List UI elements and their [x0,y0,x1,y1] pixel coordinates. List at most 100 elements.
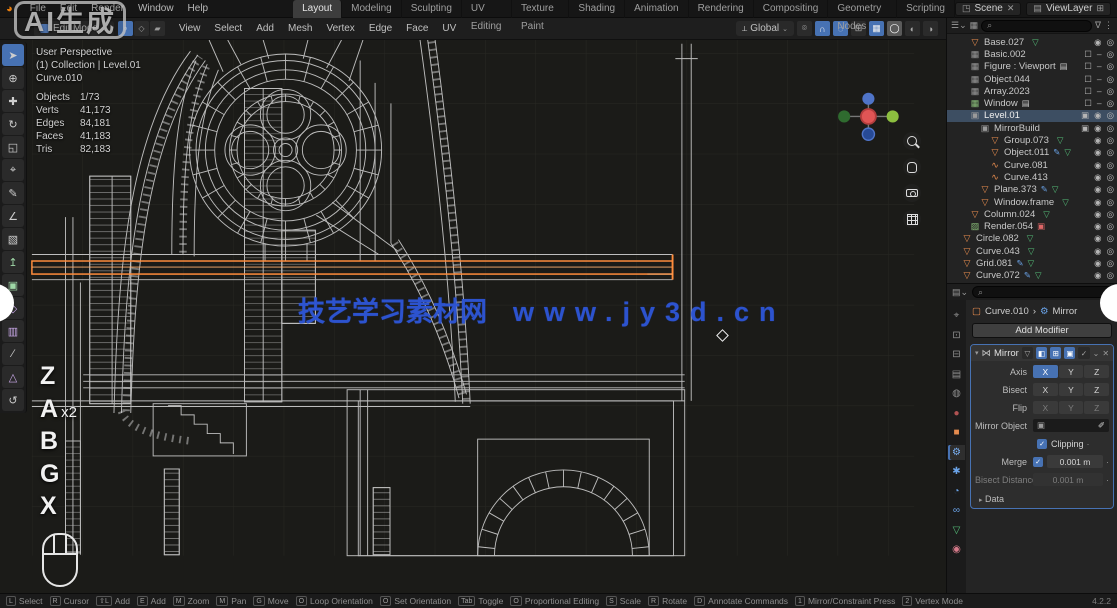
breadcrumb-modifier[interactable]: Mirror [1053,306,1078,317]
checkbox-toggle[interactable]: ▣ [1081,123,1089,134]
workspace-tab[interactable]: Scripting [897,0,955,18]
snap-magnet-icon[interactable]: ∩ [815,21,830,36]
hide-viewport-toggle[interactable]: ◉ [1094,135,1101,146]
axis-x-button[interactable]: X [1033,401,1058,414]
outliner-row[interactable]: ▽ Group.073 ▽ ◉ ◎ [947,134,1117,146]
workspace-tab[interactable]: Geometry Nodes [828,0,897,18]
transform-tool[interactable]: ⌖ [2,159,24,181]
viewport-menu-item[interactable]: Face [399,20,435,38]
disable-render-toggle[interactable]: ◎ [1107,110,1114,121]
move-tool[interactable]: ✚ [2,90,24,112]
tab-scene[interactable]: ◍ [948,386,965,401]
solid-shading-icon[interactable]: ◐ [905,21,920,36]
viewport-menu-item[interactable]: Edge [362,20,399,38]
outliner-row[interactable]: ▽ Grid.081 ✎ ▽ ◉ ◎ [947,257,1117,269]
expand-caret-icon[interactable]: ▾ [975,349,979,357]
cursor-tool[interactable]: ⊕ [2,67,24,89]
outliner-row[interactable]: ▽ Object.011 ✎ ▽ ◉ ◎ [947,147,1117,159]
spin-tool[interactable]: ↺ [2,389,24,411]
axis-y-button[interactable]: Y [1059,383,1084,396]
tab-world[interactable]: ● [948,406,965,421]
view-layer-selector[interactable]: ▤ ViewLayer ⊞ [1026,2,1111,16]
disable-render-toggle[interactable]: ◎ [1107,184,1114,195]
mirror-modifier-header[interactable]: ▾ ⋈ Mirror ▽ ◧ ⊞ ▣ ✓ ⌄ ✕ [971,345,1113,361]
disable-render-toggle[interactable]: ◎ [1107,135,1114,146]
tab-object-data[interactable]: ▽ [948,523,965,538]
checkbox-toggle[interactable]: ☐ [1084,61,1092,72]
outliner-row[interactable]: ▦ Object.044 ☐ – ◎ [947,73,1117,85]
outliner-row[interactable]: ▽ Column.024 ▽ ◉ ◎ [947,208,1117,220]
tab-constraints[interactable]: ∞ [948,503,965,518]
viewport-menu-item[interactable]: UV [435,20,463,38]
tab-render[interactable]: ⊡ [948,328,965,343]
hide-viewport-toggle[interactable]: ◉ [1094,233,1101,244]
disable-render-toggle[interactable]: ◎ [1107,233,1114,244]
outliner-row[interactable]: ▦ Array.2023 ☐ – ◎ [947,85,1117,97]
hide-viewport-toggle[interactable]: ◉ [1094,184,1101,195]
workspace-tab[interactable]: Sculpting [402,0,462,18]
modifier-name[interactable]: Mirror [994,348,1019,359]
scene-selector[interactable]: ◳ Scene ✕ [955,2,1021,16]
apply-check-icon[interactable]: ✓ [1078,347,1089,359]
outliner-row[interactable]: ▣ Level.01 ▣ ◉ ◎ [947,110,1117,122]
menu-item[interactable]: Window [131,0,181,18]
disable-render-toggle[interactable]: ◎ [1107,172,1114,183]
edge-select-button[interactable]: ◇ [134,21,149,36]
transform-orientation-dropdown[interactable]: ⟂ Global ⌄ [736,21,794,36]
outliner-row[interactable]: ▣ MirrorBuild ▣ ◉ ◎ [947,122,1117,134]
realtime-display-toggle[interactable]: ◧ [1036,347,1047,359]
outliner-row[interactable]: ▽ Plane.373 ✎ ▽ ◉ ◎ [947,184,1117,196]
tab-modifiers[interactable]: ⚙ [948,445,965,460]
workspace-tab[interactable]: Shading [569,0,625,18]
hide-viewport-toggle[interactable]: ◉ [1094,110,1101,121]
outliner-search-input[interactable]: ⌕ [981,20,1092,32]
hide-viewport-toggle[interactable]: ◉ [1094,246,1101,257]
poly-build-tool[interactable]: △ [2,366,24,388]
viewport-3d[interactable]: User Perspective(1) Collection | Level.0… [0,40,946,593]
workspace-tab[interactable]: Animation [625,0,688,18]
disable-render-toggle[interactable]: ◎ [1107,37,1114,48]
outliner-row[interactable]: ▦ Figure : Viewport ▤ ☐ – ◎ [947,61,1117,73]
unlink-icon[interactable]: ✕ [1007,3,1015,14]
axis-x-button[interactable]: X [1033,383,1058,396]
disable-render-toggle[interactable]: ◎ [1107,160,1114,171]
hide-viewport-toggle[interactable]: – [1097,98,1102,109]
workspace-tab[interactable]: Compositing [754,0,829,18]
material-shading-icon[interactable]: ◑ [923,21,938,36]
disable-render-toggle[interactable]: ◎ [1107,61,1114,72]
outliner-row[interactable]: ▽ Curve.043 ▽ ◉ ◎ [947,245,1117,257]
wireframe-shading-icon[interactable]: ◯ [887,21,902,36]
add-cube-tool[interactable]: ▧ [2,228,24,250]
edit-mode-display-toggle[interactable]: ▽ [1022,347,1033,359]
disable-render-toggle[interactable]: ◎ [1107,98,1114,109]
outliner-row[interactable]: ▽ Circle.082 ▽ ◉ ◎ [947,233,1117,245]
axis-z-button[interactable]: Z [1084,365,1109,378]
toggle-ortho-icon[interactable] [903,210,921,228]
merge-checkbox[interactable]: ✓ [1033,457,1043,467]
extrude-region-tool[interactable]: ↥ [2,251,24,273]
tab-material[interactable]: ◉ [948,542,965,557]
hide-viewport-toggle[interactable]: – [1097,74,1102,85]
disable-render-toggle[interactable]: ◎ [1107,86,1114,97]
animate-dot[interactable]: · [1106,475,1109,485]
viewport-menu-item[interactable]: View [172,20,208,38]
hide-viewport-toggle[interactable]: ◉ [1094,258,1101,269]
axis-z-button[interactable]: Z [1084,401,1109,414]
viewport-menu-item[interactable]: Mesh [281,20,319,38]
menu-item[interactable]: Help [181,0,216,18]
overlays-icon[interactable]: ▦ [869,21,884,36]
tab-output[interactable]: ⊟ [948,347,965,362]
animate-dot[interactable]: · [1087,439,1090,449]
bisect-distance-field[interactable]: 0.001 m [1033,473,1103,486]
checkbox-toggle[interactable]: ▣ [1081,110,1089,121]
hide-viewport-toggle[interactable]: ◉ [1094,197,1101,208]
disable-render-toggle[interactable]: ◎ [1107,49,1114,60]
loop-cut-tool[interactable]: ▥ [2,320,24,342]
tab-tool[interactable]: ⌖ [948,308,965,323]
tab-particles[interactable]: ✱ [948,464,965,479]
disable-render-toggle[interactable]: ◎ [1107,147,1114,158]
workspace-tab[interactable]: Modeling [342,0,402,18]
clipping-checkbox[interactable]: ✓ [1037,439,1047,449]
pan-hand-icon[interactable] [903,158,921,176]
disable-render-toggle[interactable]: ◎ [1107,123,1114,134]
